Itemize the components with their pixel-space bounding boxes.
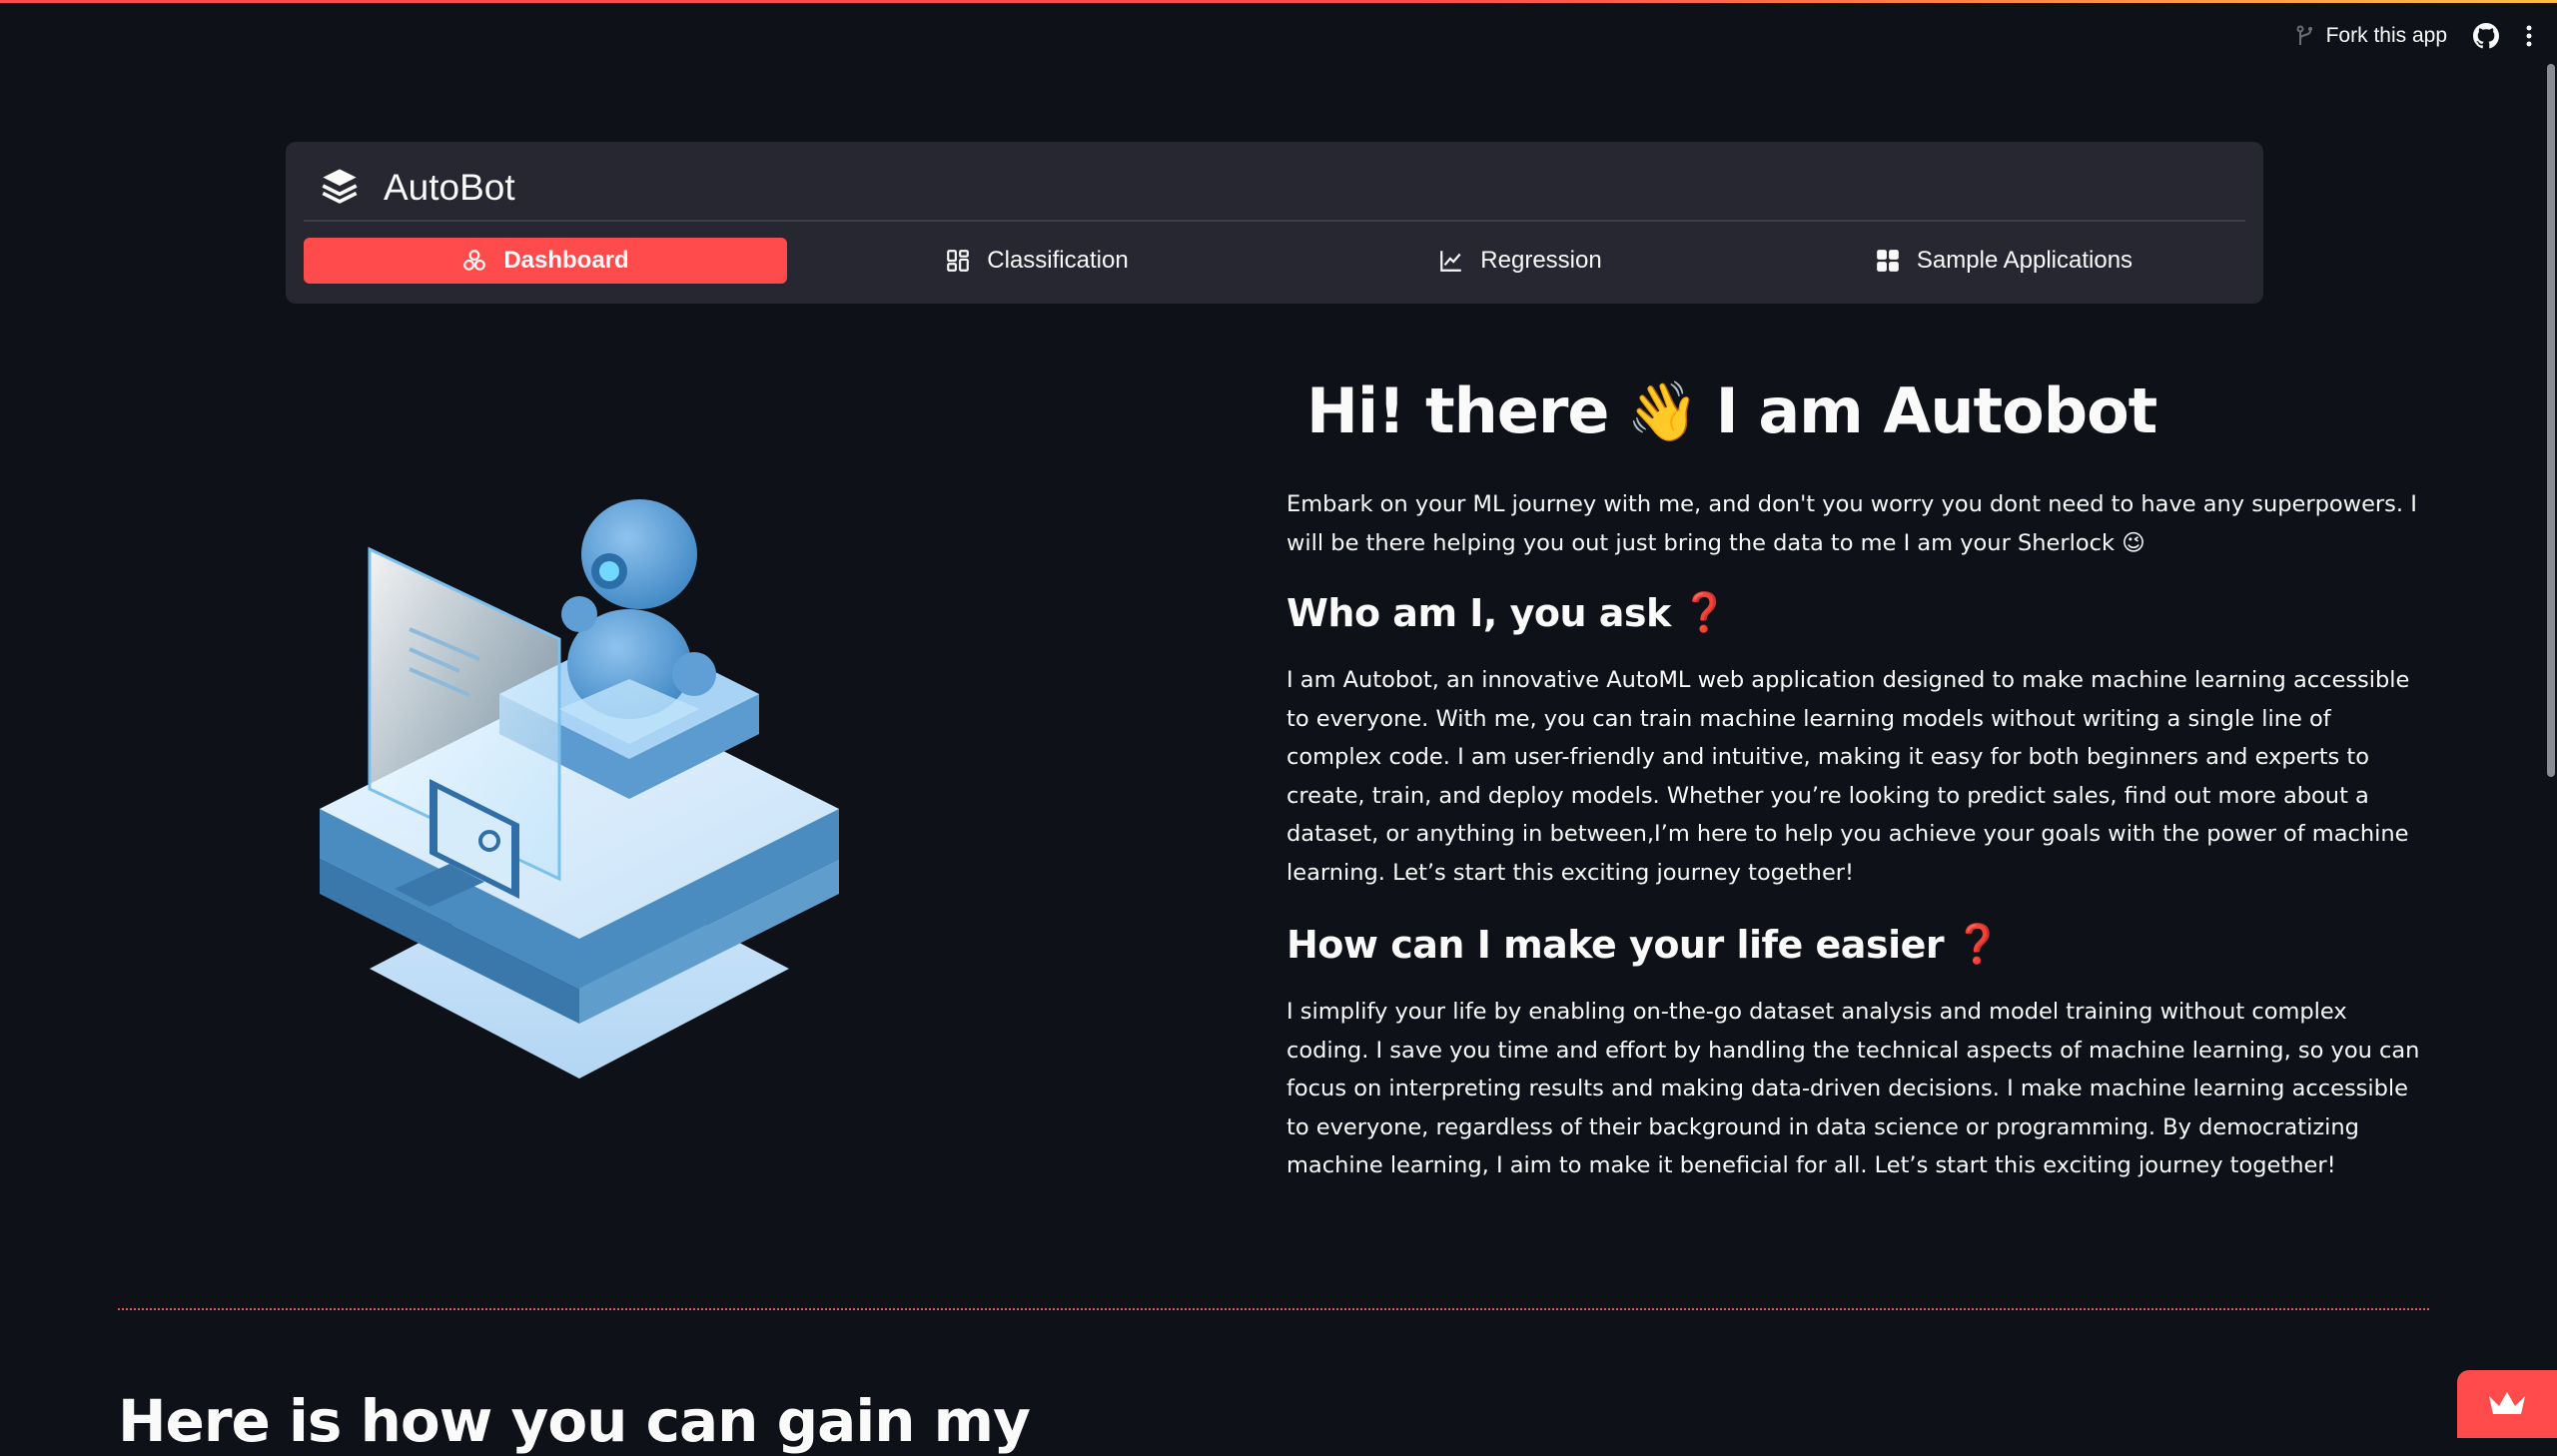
page-scrollbar[interactable] (2547, 64, 2555, 777)
nav-tabs: Dashboard Classification Regression Samp… (304, 238, 2245, 284)
nav-brand: AutoBot (320, 156, 515, 220)
tab-dashboard[interactable]: Dashboard (304, 238, 787, 284)
section-divider (118, 1308, 2429, 1310)
who-heading-text: Who am I, you ask (1286, 590, 1671, 635)
how-heading-text: How can I make your life easier (1286, 922, 1945, 967)
streamlit-crown-badge[interactable] (2457, 1370, 2557, 1438)
tab-sample-applications[interactable]: Sample Applications (1762, 238, 2245, 284)
more-options-icon[interactable] (2525, 24, 2533, 48)
tab-dashboard-label: Dashboard (503, 247, 629, 274)
how-paragraph: I simplify your life by enabling on-the-… (1286, 999, 2420, 1178)
app-toolbar: Fork this app (2296, 16, 2533, 56)
tab-sample-applications-label: Sample Applications (1916, 247, 2133, 274)
layers-icon (320, 166, 360, 210)
top-accent-bar (0, 0, 2557, 3)
tab-classification-label: Classification (987, 247, 1129, 274)
apps-grid-icon (1875, 248, 1901, 274)
tab-regression[interactable]: Regression (1278, 238, 1762, 284)
nav-menu-card: AutoBot Dashboard Classification Regress… (286, 142, 2263, 304)
hero-title: Hi! there 👋 I am Autobot (1306, 360, 2425, 463)
question-mark-icon: ❓ (1680, 590, 1728, 634)
who-heading: Who am I, you ask ❓ (1286, 590, 2425, 635)
intro-paragraph: Embark on your ML journey with me, and d… (1286, 485, 2425, 562)
tab-regression-label: Regression (1480, 247, 1602, 274)
grid-circles-icon (461, 248, 487, 274)
question-mark-icon: ❓ (1954, 922, 2001, 966)
fork-app-button[interactable]: Fork this app (2296, 24, 2447, 48)
wink-emoji: 😉 (2122, 529, 2145, 556)
how-heading: How can I make your life easier ❓ (1286, 922, 2425, 967)
fork-icon (2296, 25, 2314, 47)
tab-classification[interactable]: Classification (795, 238, 1278, 284)
intro-text: Embark on your ML journey with me, and d… (1286, 491, 2417, 556)
waving-hand-emoji: 👋 (1626, 377, 1698, 445)
classification-icon (945, 248, 971, 274)
who-paragraph: I am Autobot, an innovative AutoML web a… (1286, 667, 2410, 886)
app-title: AutoBot (384, 167, 515, 208)
fork-app-label: Fork this app (2325, 24, 2447, 47)
line-chart-icon (1438, 248, 1464, 274)
github-icon[interactable] (2473, 23, 2499, 49)
main-content: Hi! there 👋 I am Autobot Embark on your … (1286, 360, 2425, 1185)
crown-icon (2487, 1388, 2527, 1420)
section-heading: Here is how you can gain my (118, 1387, 1031, 1455)
nav-divider (304, 220, 2245, 222)
hero-title-part2: I am Autobot (1715, 374, 2158, 447)
robot-illustration (300, 479, 859, 1118)
hero-title-part1: Hi! there (1306, 374, 1609, 447)
